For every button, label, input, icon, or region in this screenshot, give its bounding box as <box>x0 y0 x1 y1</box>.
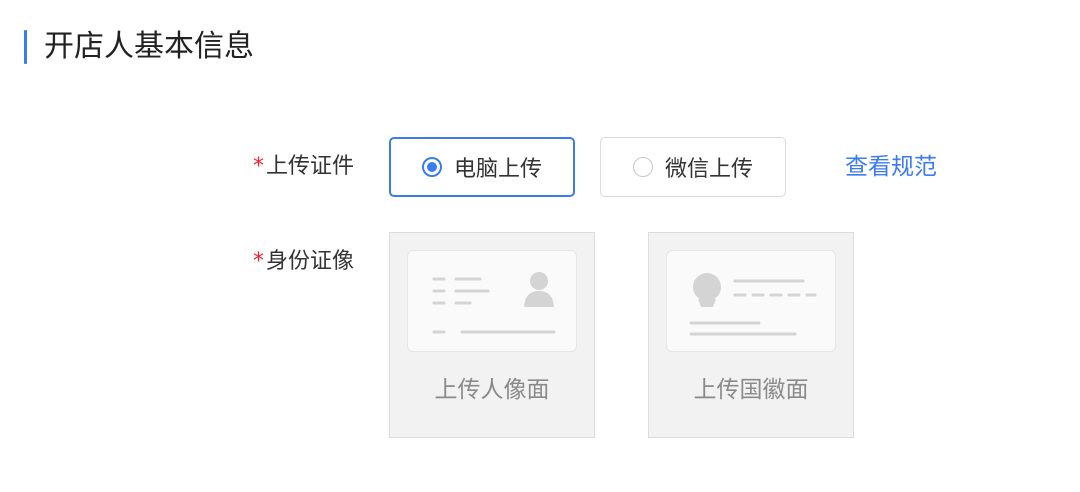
section-title: 开店人基本信息 <box>44 29 254 64</box>
upload-portrait-text: 上传人像面 <box>434 377 550 403</box>
upload-method-label-text: 上传证件 <box>265 154 354 179</box>
view-spec-link[interactable]: 查看规范 <box>845 150 937 184</box>
upload-portrait-button[interactable]: 上传人像面 <box>389 232 595 438</box>
id-photo-label-text: 身份证像 <box>265 249 354 274</box>
required-mark: * <box>252 154 264 179</box>
radio-option-pc-upload[interactable]: 电脑上传 <box>389 137 575 197</box>
radio-unchecked-icon <box>632 157 653 177</box>
upload-emblem-text: 上传国徽面 <box>693 377 809 403</box>
id-photo-label: *身份证像 <box>194 245 354 279</box>
required-mark: * <box>252 249 264 274</box>
upload-method-label: *上传证件 <box>194 150 354 184</box>
radio-option-wechat-upload[interactable]: 微信上传 <box>600 137 786 197</box>
id-card-portrait-icon <box>407 250 577 352</box>
upload-emblem-button[interactable]: 上传国徽面 <box>648 232 854 438</box>
id-card-emblem-icon <box>666 250 836 352</box>
section-accent-bar <box>24 30 27 64</box>
radio-option-label: 电脑上传 <box>453 157 542 182</box>
radio-option-label: 微信上传 <box>664 157 753 182</box>
radio-checked-icon <box>421 157 442 177</box>
